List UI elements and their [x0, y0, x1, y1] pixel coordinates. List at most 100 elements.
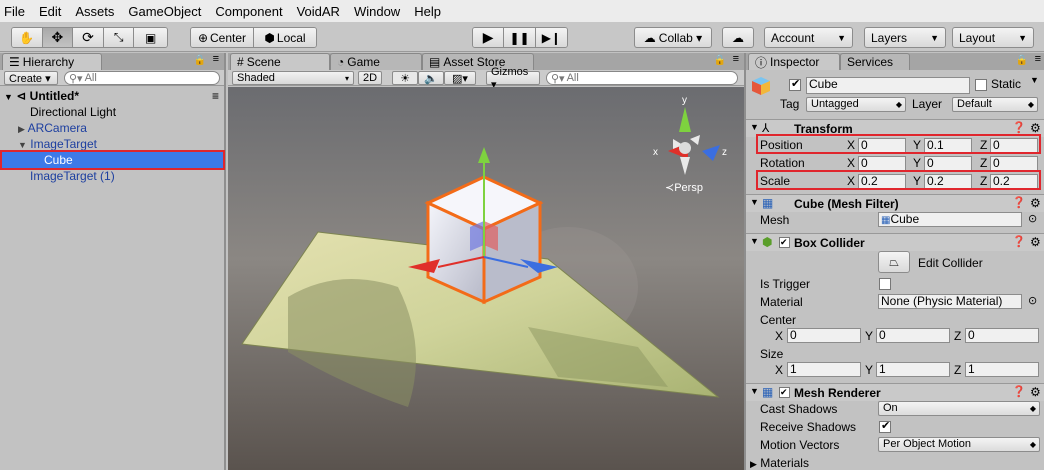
scene-root[interactable]: ▼ ⊲ Untitled* ≡: [0, 88, 224, 104]
help-icon[interactable]: ❓: [1012, 385, 1026, 398]
scale-tool-button[interactable]: ⤡: [103, 28, 135, 47]
object-picker-icon[interactable]: ⊙: [1028, 294, 1037, 307]
scene-viewport[interactable]: y x z ≺Persp: [228, 87, 744, 470]
axis-y-label: y: [682, 95, 687, 106]
shading-dropdown[interactable]: Shaded ▾: [232, 71, 354, 85]
mesh-renderer-header[interactable]: ▼ ▦ ✔ Mesh Renderer ❓ ⚙: [746, 383, 1044, 401]
dropdown-arrow-icon: ◆: [1029, 440, 1036, 449]
size-z-field[interactable]: 1: [965, 362, 1039, 377]
cube-icon: ⬢: [264, 30, 275, 45]
active-checkbox[interactable]: ✔: [789, 78, 801, 91]
highlight-box-position: [756, 134, 1041, 154]
audio-toggle[interactable]: 🔈: [418, 71, 444, 85]
menu-file[interactable]: File: [4, 4, 25, 19]
menu-component[interactable]: Component: [215, 4, 282, 19]
material-field[interactable]: None (Physic Material): [878, 294, 1022, 309]
scene-search[interactable]: ⚲▾ All: [546, 71, 738, 85]
create-dropdown[interactable]: Create ▾: [4, 71, 58, 85]
center-y-field[interactable]: 0: [876, 328, 950, 343]
menu-gameobject[interactable]: GameObject: [128, 4, 201, 19]
mesh-filter-header[interactable]: ▼ ▦ Cube (Mesh Filter) ❓ ⚙: [746, 194, 1044, 212]
axis-z-label: z: [722, 147, 727, 158]
persp-label[interactable]: ≺Persp: [665, 182, 703, 194]
box-collider-enabled-checkbox[interactable]: ✔: [779, 237, 790, 248]
list-item[interactable]: Directional Light: [0, 104, 224, 120]
static-checkbox[interactable]: [975, 79, 987, 91]
static-dropdown-arrow-icon[interactable]: ▼: [1030, 75, 1039, 85]
collab-button[interactable]: ☁ Collab ▾: [634, 27, 712, 48]
settings-gear-icon[interactable]: ⚙: [1030, 121, 1041, 135]
gizmos-dropdown[interactable]: Gizmos ▾: [486, 66, 540, 91]
center-x-field[interactable]: 0: [787, 328, 861, 343]
move-tool-button[interactable]: ✥: [42, 28, 74, 47]
step-button[interactable]: ▶❙: [535, 28, 567, 47]
settings-gear-icon[interactable]: ⚙: [1030, 235, 1041, 249]
play-icon: ▶: [482, 29, 494, 45]
lock-icon[interactable]: 🔒: [1016, 55, 1028, 66]
menu-window[interactable]: Window: [354, 4, 400, 19]
layer-dropdown[interactable]: Default ◆: [952, 97, 1038, 112]
list-item[interactable]: ImageTarget (1): [0, 168, 224, 184]
box-collider-header[interactable]: ▼ ⬢ ✔ Box Collider ❓ ⚙: [746, 233, 1044, 251]
tab-inspector[interactable]: ⓘ Inspector: [748, 53, 840, 70]
lighting-toggle[interactable]: ☀: [392, 71, 418, 85]
menu-edit[interactable]: Edit: [39, 4, 61, 19]
lock-icon[interactable]: 🔒: [714, 55, 726, 66]
hierarchy-search[interactable]: ⚲▾ All: [64, 71, 220, 85]
edit-collider-icon: ⏢: [889, 254, 899, 269]
cast-shadows-dropdown[interactable]: On ◆: [878, 401, 1040, 416]
object-name-field[interactable]: Cube: [806, 77, 970, 94]
panel-menu-icon[interactable]: ≡: [213, 53, 219, 65]
tab-services[interactable]: Services: [840, 53, 910, 70]
2d-toggle[interactable]: 2D: [358, 71, 382, 85]
size-y-field[interactable]: 1: [876, 362, 950, 377]
rotate-tool-button[interactable]: ⟳: [73, 28, 104, 47]
hand-tool-button[interactable]: ✋: [12, 28, 43, 47]
cloud-check-icon: ☁: [643, 30, 656, 45]
tab-scene[interactable]: # Scene: [230, 53, 330, 70]
help-icon[interactable]: ❓: [1012, 121, 1026, 134]
z-label: Z: [954, 363, 962, 377]
motion-vectors-dropdown[interactable]: Per Object Motion ◆: [878, 437, 1040, 452]
is-trigger-checkbox[interactable]: [879, 278, 891, 290]
receive-shadows-checkbox[interactable]: ✔: [879, 420, 891, 433]
orient-center[interactable]: [679, 142, 691, 154]
account-dropdown[interactable]: Account ▼: [764, 27, 853, 48]
tab-game[interactable]: ◔ Game: [330, 53, 422, 70]
menu-assets[interactable]: Assets: [75, 4, 114, 19]
settings-gear-icon[interactable]: ⚙: [1030, 196, 1041, 210]
pause-button[interactable]: ❚❚: [504, 28, 536, 47]
edit-collider-button[interactable]: ⏢: [878, 251, 910, 273]
panel-menu-icon[interactable]: ≡: [733, 53, 739, 65]
rotation-z-field[interactable]: 0: [990, 156, 1038, 171]
center-z-field[interactable]: 0: [965, 328, 1039, 343]
list-item[interactable]: ▶ ARCamera: [0, 120, 224, 136]
help-icon[interactable]: ❓: [1012, 235, 1026, 248]
mesh-field[interactable]: ▦Cube: [878, 212, 1022, 227]
lock-icon[interactable]: 🔒: [194, 55, 206, 66]
panel-menu-icon[interactable]: ≡: [1035, 53, 1041, 65]
scene-menu-icon[interactable]: ≡: [212, 88, 219, 104]
object-picker-icon[interactable]: ⊙: [1028, 212, 1037, 225]
tag-dropdown[interactable]: Untagged ◆: [806, 97, 906, 112]
layers-dropdown[interactable]: Layers ▼: [864, 27, 946, 48]
local-toggle[interactable]: ⬢ Local: [254, 28, 316, 47]
cloud-button[interactable]: ☁: [722, 27, 754, 48]
layout-dropdown[interactable]: Layout ▼: [952, 27, 1034, 48]
settings-gear-icon[interactable]: ⚙: [1030, 385, 1041, 399]
menu-voidar[interactable]: VoidAR: [297, 4, 340, 19]
play-button[interactable]: ▶: [473, 28, 505, 47]
help-icon[interactable]: ❓: [1012, 196, 1026, 209]
playback-controls: ▶ ❚❚ ▶❙: [472, 27, 568, 48]
effects-dropdown[interactable]: ▨▾: [444, 71, 476, 85]
rotation-y-field[interactable]: 0: [924, 156, 972, 171]
materials-foldout[interactable]: ▶ Materials: [750, 456, 809, 470]
rect-tool-button[interactable]: ▣: [134, 28, 167, 47]
size-x-field[interactable]: 1: [787, 362, 861, 377]
center-toggle[interactable]: ⊕ Center: [191, 28, 254, 47]
menu-help[interactable]: Help: [414, 4, 441, 19]
rotation-x-field[interactable]: 0: [858, 156, 906, 171]
tab-hierarchy[interactable]: ☰ Hierarchy: [2, 53, 102, 70]
gameobject-icon: [749, 75, 773, 97]
mesh-renderer-enabled-checkbox[interactable]: ✔: [779, 387, 790, 398]
